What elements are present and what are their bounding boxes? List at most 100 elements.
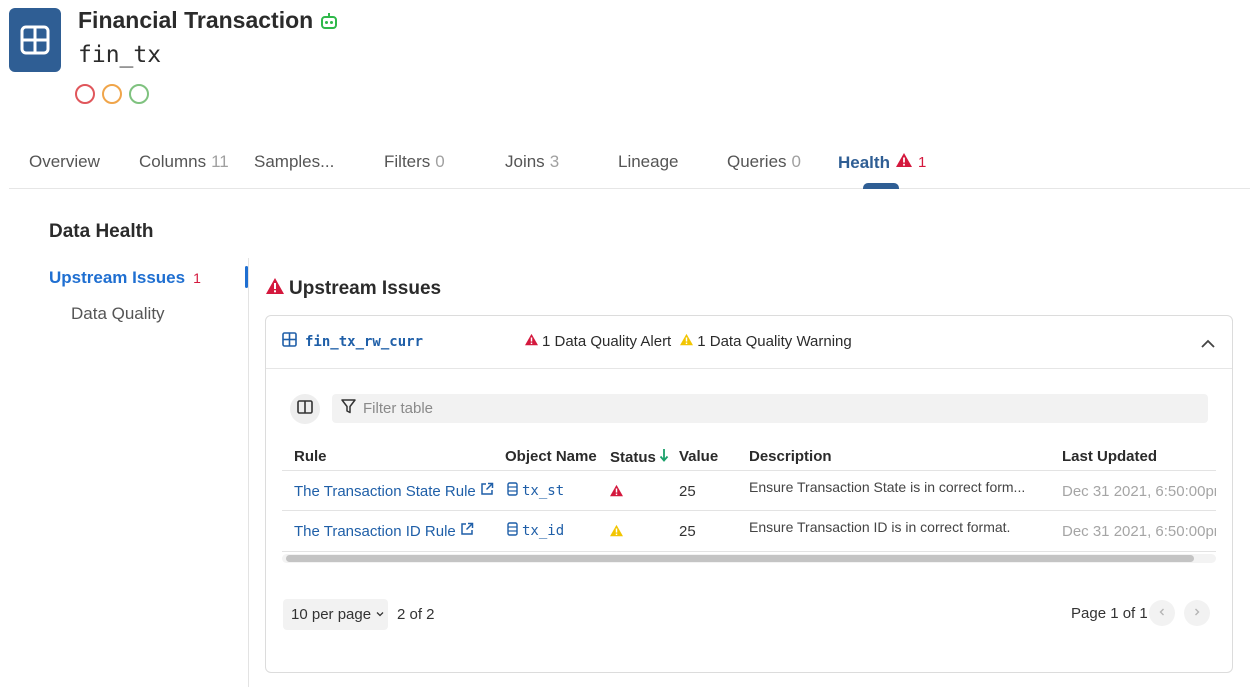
tab-overview[interactable]: Overview <box>29 152 100 172</box>
tab-count: 1 <box>917 154 927 171</box>
rule-value: 25 <box>679 523 696 540</box>
page-indicator: Page 1 of 1 <box>1071 605 1148 622</box>
column-header-object-name[interactable]: Object Name <box>505 448 597 465</box>
page-title: Financial Transaction <box>78 7 314 33</box>
column-icon <box>507 482 518 500</box>
tab-queries[interactable]: Queries 0 <box>727 152 801 172</box>
tab-label: Lineage <box>618 152 679 171</box>
sidebar-item-count: 1 <box>193 270 201 286</box>
table-grid-icon <box>9 8 61 72</box>
issues-table: Rule Object Name Status Value Descriptio… <box>282 438 1216 568</box>
object-link[interactable]: tx_id <box>507 522 564 540</box>
rule-link[interactable]: The Transaction ID Rule <box>294 522 474 540</box>
column-header-status[interactable]: Status <box>610 448 669 466</box>
tab-count: 3 <box>549 152 560 171</box>
alert-triangle-icon <box>609 484 624 497</box>
tab-filters[interactable]: Filters 0 <box>384 152 445 172</box>
per-page-value: 10 per page <box>291 606 372 623</box>
warning-count-text: 1 Data Quality Warning <box>697 333 852 350</box>
status-circle-green[interactable] <box>129 84 149 104</box>
column-icon <box>507 522 518 540</box>
status-circle-red[interactable] <box>75 84 95 104</box>
table-identifier: fin_tx <box>78 42 162 68</box>
data-health-heading: Data Health <box>49 221 154 242</box>
alert-triangle-icon <box>265 277 285 301</box>
column-header-label: Status <box>610 448 656 466</box>
alert-triangle-icon <box>524 333 539 350</box>
columns-toggle-button[interactable] <box>290 394 320 424</box>
horizontal-scrollbar[interactable] <box>282 554 1216 563</box>
status-circles <box>75 84 149 104</box>
sidebar-item-data-quality[interactable]: Data Quality <box>71 304 165 324</box>
scrollbar-thumb[interactable] <box>286 555 1194 562</box>
sidebar-item-upstream-issues[interactable]: Upstream Issues 1 <box>49 268 201 288</box>
tab-label: Filters <box>384 152 431 171</box>
table-row: The Transaction State Rule tx_st 25 Ensu… <box>282 471 1216 511</box>
object-link[interactable]: tx_st <box>507 482 564 500</box>
column-header-rule[interactable]: Rule <box>294 448 327 465</box>
tab-count: 11 <box>211 152 229 171</box>
external-link-icon <box>460 522 474 540</box>
rule-description: Ensure Transaction ID is in correct form… <box>749 519 1011 535</box>
tab-columns[interactable]: Columns 11 <box>139 152 229 172</box>
next-page-button[interactable] <box>1184 600 1210 626</box>
status-circle-orange[interactable] <box>102 84 122 104</box>
chevron-left-icon <box>1157 604 1167 622</box>
column-header-value[interactable]: Value <box>679 448 718 465</box>
column-header-last-updated[interactable]: Last Updated <box>1062 448 1157 465</box>
alert-summary: 1 Data Quality Alert 1 Data Quality Warn… <box>524 333 856 350</box>
rule-description: Ensure Transaction State is in correct f… <box>749 479 1026 495</box>
tab-count: 0 <box>435 152 445 171</box>
tab-samples[interactable]: Samples... <box>254 152 334 172</box>
last-updated: Dec 31 2021, 6:50:00pm <box>1062 483 1216 500</box>
tab-lineage[interactable]: Lineage <box>618 152 679 172</box>
upstream-issue-card: fin_tx_rw_curr 1 Data Quality Alert 1 Da… <box>265 315 1233 673</box>
external-link-icon <box>480 482 494 500</box>
object-name: tx_id <box>522 523 565 539</box>
table-icon <box>282 332 297 352</box>
rule-name: The Transaction ID Rule <box>294 522 456 540</box>
rule-value: 25 <box>679 483 696 500</box>
tab-health[interactable]: Health 1 <box>838 152 926 173</box>
upstream-table-link[interactable]: fin_tx_rw_curr <box>282 332 423 352</box>
title-row: Financial Transaction <box>78 7 339 34</box>
tab-label: Queries <box>727 152 787 171</box>
object-name: tx_st <box>522 483 565 499</box>
filter-field[interactable] <box>332 394 1208 423</box>
sidebar-divider <box>248 258 249 687</box>
section-title: Upstream Issues <box>265 277 441 301</box>
tab-count: 0 <box>791 152 801 171</box>
rule-link[interactable]: The Transaction State Rule <box>294 482 494 500</box>
upstream-table-name: fin_tx_rw_curr <box>305 334 424 350</box>
filter-input[interactable] <box>363 400 1163 417</box>
last-updated: Dec 31 2021, 6:50:00pm <box>1062 523 1216 540</box>
column-header-description[interactable]: Description <box>749 448 832 465</box>
chevron-right-icon <box>1192 604 1202 622</box>
table-row: The Transaction ID Rule tx_id 25 Ensure … <box>282 512 1216 552</box>
bot-icon <box>319 11 339 31</box>
tab-label: Overview <box>29 152 100 171</box>
tab-joins[interactable]: Joins 3 <box>505 152 559 172</box>
filter-icon <box>340 398 357 420</box>
chevron-up-icon[interactable] <box>1198 334 1218 354</box>
warning-triangle-icon <box>609 524 624 537</box>
table-header-row: Rule Object Name Status Value Descriptio… <box>282 438 1216 471</box>
per-page-select[interactable]: 10 per page <box>283 599 388 630</box>
chevron-down-icon <box>375 606 385 623</box>
rule-name: The Transaction State Rule <box>294 482 476 500</box>
columns-icon <box>297 399 313 419</box>
card-header[interactable]: fin_tx_rw_curr 1 Data Quality Alert 1 Da… <box>266 316 1232 369</box>
warning-triangle-icon <box>679 333 694 350</box>
sort-descending-icon <box>659 448 669 466</box>
alert-triangle-icon <box>895 152 913 173</box>
warning-count: 1 Data Quality Warning <box>679 333 852 350</box>
tab-bar: Overview Columns 11 Samples... Filters 0… <box>9 140 1250 189</box>
alert-count-text: 1 Data Quality Alert <box>542 333 672 350</box>
prev-page-button[interactable] <box>1149 600 1175 626</box>
section-title-text: Upstream Issues <box>289 278 442 299</box>
tab-label: Health <box>838 152 890 172</box>
tab-label: Samples... <box>254 152 335 171</box>
alert-count: 1 Data Quality Alert <box>524 333 671 350</box>
row-range: 2 of 2 <box>397 606 435 623</box>
sidebar-item-label: Upstream Issues <box>49 268 186 287</box>
